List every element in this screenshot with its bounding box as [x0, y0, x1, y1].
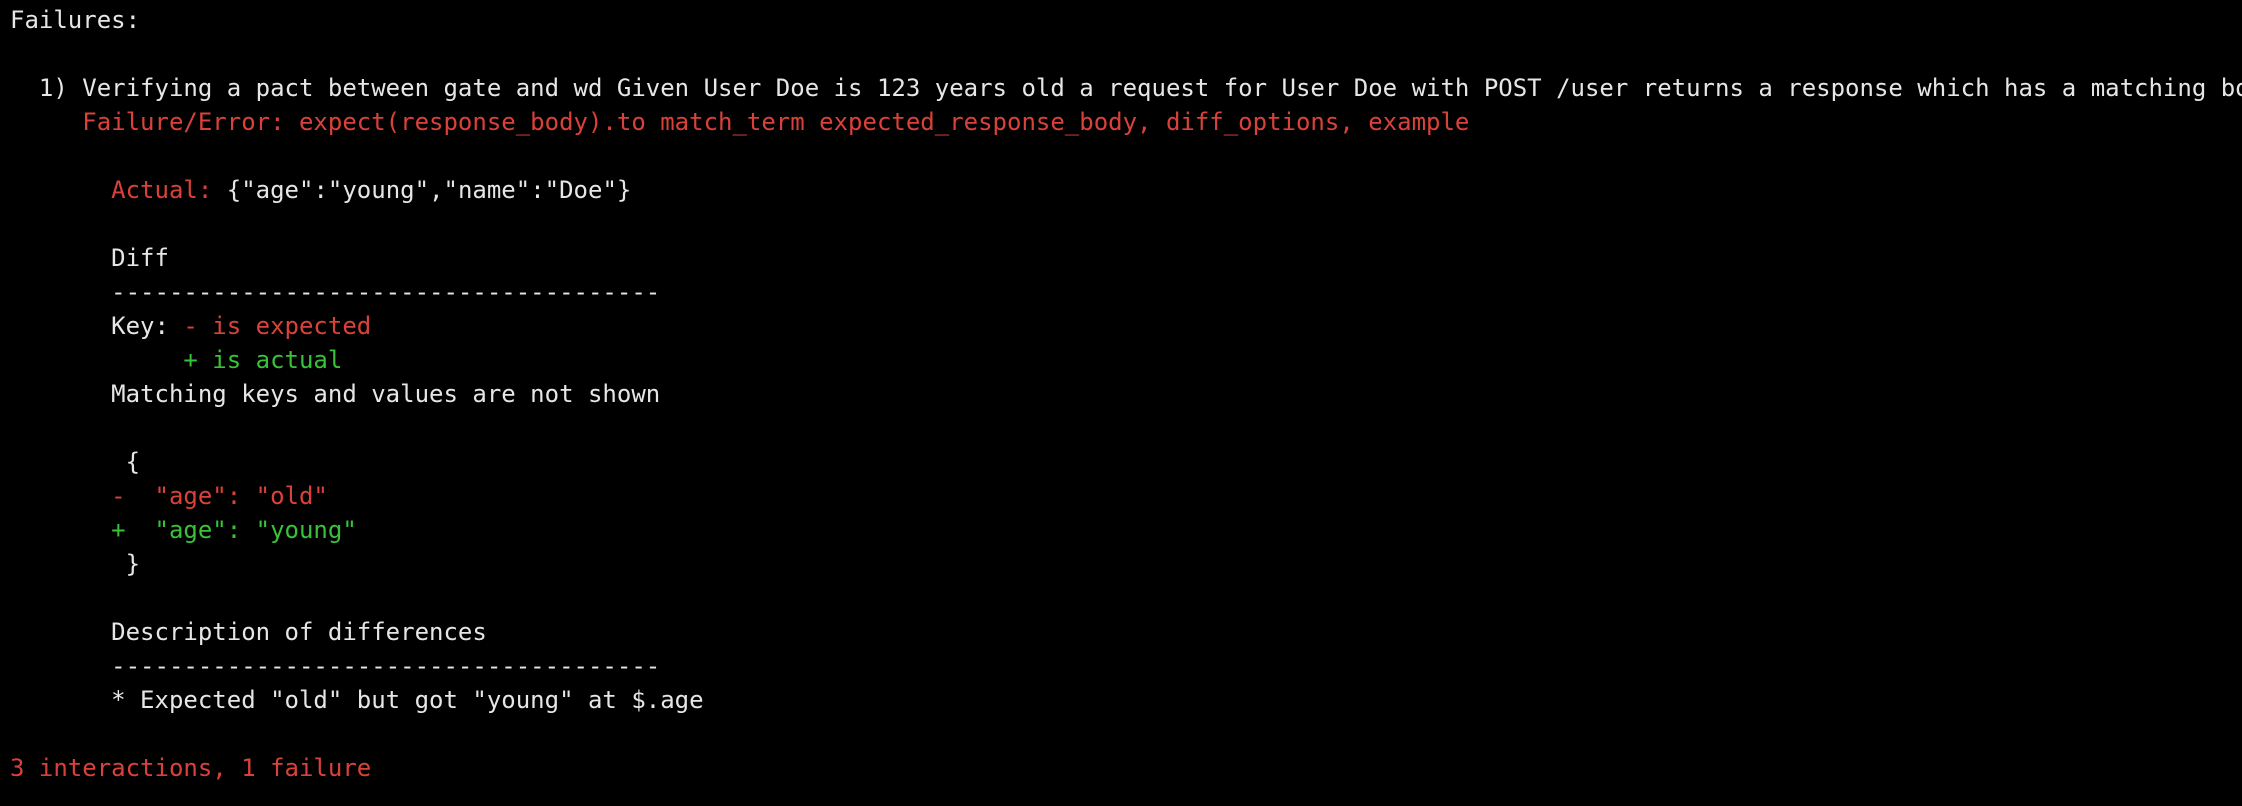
- failures-heading: Failures:: [10, 6, 141, 34]
- actual-indent: [10, 176, 111, 204]
- terminal-window: Failures: 1) Verifying a pact between ga…: [0, 0, 2242, 806]
- diff-removed-line: - "age": "old": [10, 482, 328, 510]
- failure-error: Failure/Error: expect(response_body).to …: [10, 108, 1470, 136]
- diff-separator-top: --------------------------------------: [10, 278, 661, 306]
- description-heading: Description of differences: [10, 618, 487, 646]
- diff-added-line: + "age": "young": [10, 516, 357, 544]
- key-actual: + is actual: [10, 346, 343, 374]
- actual-label: Actual:: [111, 176, 213, 204]
- actual-line: Actual: {"age":"young","name":"Doe"}: [10, 173, 631, 207]
- key-prefix: Key:: [10, 312, 184, 340]
- diff-heading: Diff: [10, 244, 169, 272]
- brace-close: }: [10, 550, 141, 578]
- brace-open: {: [10, 448, 141, 476]
- matching-note: Matching keys and values are not shown: [10, 380, 661, 408]
- difference-item: * Expected "old" but got "young" at $.ag…: [10, 686, 704, 714]
- actual-value: {"age":"young","name":"Doe"}: [212, 176, 632, 204]
- key-expected: - is expected: [183, 312, 372, 340]
- summary-line: 3 interactions, 1 failure: [10, 754, 372, 782]
- key-line: Key: - is expected: [10, 309, 371, 343]
- failure-title: 1) Verifying a pact between gate and wd …: [10, 74, 2242, 102]
- diff-separator-bottom: --------------------------------------: [10, 652, 661, 680]
